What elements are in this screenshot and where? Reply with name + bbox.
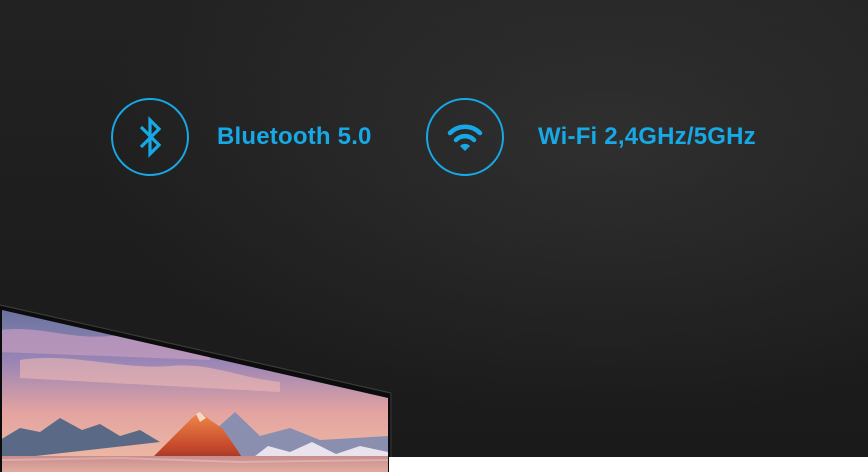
white-panel <box>389 457 868 472</box>
tv-product-image <box>0 304 392 472</box>
